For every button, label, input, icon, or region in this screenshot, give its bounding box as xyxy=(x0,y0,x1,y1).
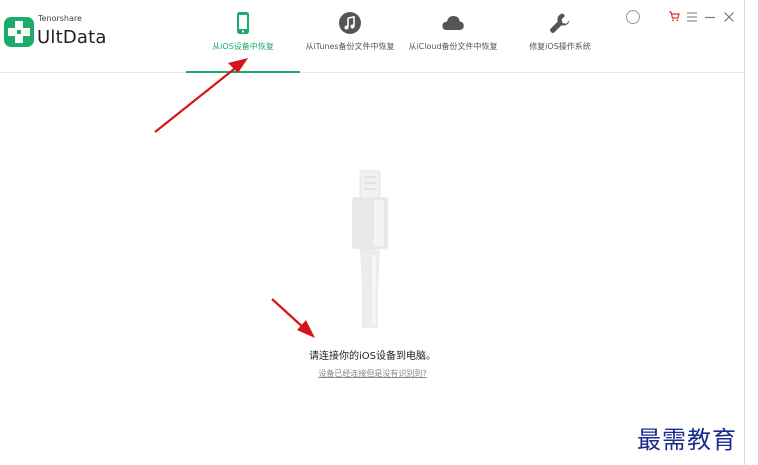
app-window: Tenorshare UltData 从iOS设备中恢复 从iTunes备份文件… xyxy=(0,0,745,465)
active-tab-indicator xyxy=(186,71,300,73)
phone-icon xyxy=(237,12,249,34)
tab-itunes-backup-recovery[interactable]: 从iTunes备份文件中恢复 xyxy=(300,0,400,72)
tab-label: 从iTunes备份文件中恢复 xyxy=(305,42,395,51)
connect-device-prompt: 请连接你的iOS设备到电脑。 xyxy=(309,351,436,362)
close-icon[interactable] xyxy=(723,11,735,23)
watermark-text: 最需教育 xyxy=(637,426,737,454)
cloud-icon xyxy=(442,16,464,30)
tab-ios-device-recovery[interactable]: 从iOS设备中恢复 xyxy=(186,0,300,73)
tab-icloud-backup-recovery[interactable]: 从iCloud备份文件中恢复 xyxy=(405,0,501,72)
ultdata-logo-icon xyxy=(4,17,34,47)
circle-icon[interactable] xyxy=(625,9,641,25)
menu-icon[interactable] xyxy=(686,11,698,23)
device-not-recognized-link[interactable]: 设备已经连接但是没有识别到? xyxy=(0,368,745,379)
arrow-to-prompt-icon xyxy=(271,298,315,338)
tab-label: 修复iOS操作系统 xyxy=(529,42,591,51)
music-icon xyxy=(339,12,361,34)
tab-label: 从iCloud备份文件中恢复 xyxy=(408,42,498,51)
wrench-icon xyxy=(550,13,570,33)
brand-company: Tenorshare xyxy=(38,14,82,23)
minimize-icon[interactable] xyxy=(704,11,716,23)
cart-icon[interactable] xyxy=(668,10,680,22)
lightning-cable-icon xyxy=(352,170,388,328)
brand-name: UltData xyxy=(37,27,107,48)
tab-label: 从iOS设备中恢复 xyxy=(212,42,274,51)
header-bar: Tenorshare UltData 从iOS设备中恢复 从iTunes备份文件… xyxy=(0,0,744,73)
tab-repair-ios-system[interactable]: 修复iOS操作系统 xyxy=(520,0,600,72)
